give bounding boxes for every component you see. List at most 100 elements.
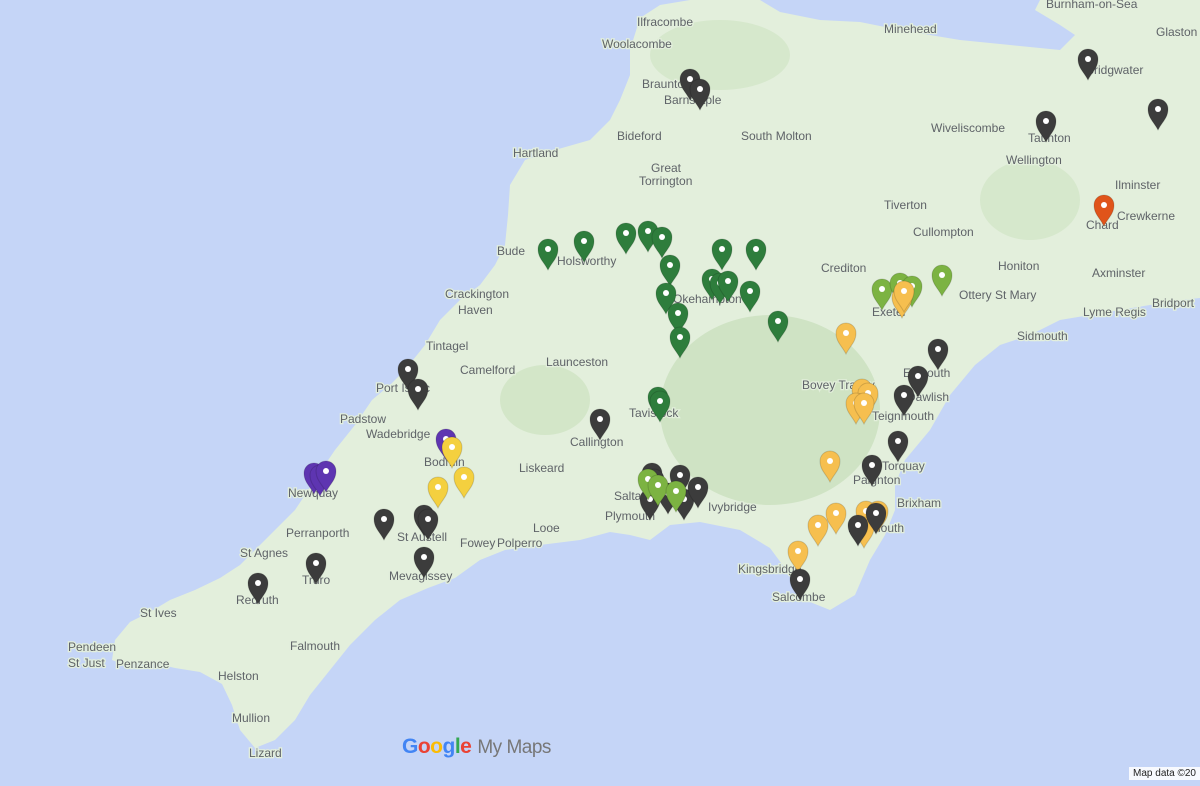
marker-dot-icon: [659, 234, 665, 240]
place-label-woolacombe: Woolacombe: [602, 37, 672, 51]
place-label-st-ives: St Ives: [140, 606, 177, 620]
place-label-bude: Bude: [497, 244, 525, 258]
marker-dot-icon: [667, 262, 673, 268]
place-label-wiveliscombe: Wiveliscombe: [931, 121, 1005, 135]
place-label-torrington: Torrington: [639, 174, 692, 188]
marker-dot-icon: [843, 330, 849, 336]
place-label-falmouth: Falmouth: [290, 639, 340, 653]
place-label-axminster: Axminster: [1092, 266, 1145, 280]
marker-dot-icon: [255, 580, 261, 586]
place-label-ivybridge: Ivybridge: [708, 500, 757, 514]
marker-dot-icon: [421, 554, 427, 560]
marker-dot-icon: [545, 246, 551, 252]
marker-dot-icon: [381, 516, 387, 522]
marker-dot-icon: [833, 510, 839, 516]
place-label-polperro: Polperro: [497, 536, 543, 550]
place-label-fowey: Fowey: [460, 536, 495, 550]
blackdown-hills: [980, 160, 1080, 240]
marker-dot-icon: [1155, 106, 1161, 112]
place-label-crewkerne: Crewkerne: [1117, 209, 1175, 223]
marker-dot-icon: [873, 510, 879, 516]
place-label-burnham-on-sea: Burnham-on-Sea: [1046, 0, 1138, 11]
place-label-wadebridge: Wadebridge: [366, 427, 431, 441]
place-label-minehead: Minehead: [884, 22, 937, 36]
marker-dot-icon: [435, 484, 441, 490]
place-label-honiton: Honiton: [998, 259, 1039, 273]
marker-dot-icon: [461, 474, 467, 480]
place-label-sidmouth: Sidmouth: [1017, 329, 1068, 343]
marker-dot-icon: [655, 482, 661, 488]
marker-dot-icon: [901, 392, 907, 398]
place-label-pendeen: Pendeen: [68, 640, 116, 654]
marker-dot-icon: [677, 472, 683, 478]
marker-dot-icon: [313, 560, 319, 566]
place-label-tiverton: Tiverton: [884, 198, 927, 212]
marker-dot-icon: [697, 86, 703, 92]
place-label-crediton: Crediton: [821, 261, 866, 275]
marker-dot-icon: [879, 286, 885, 292]
place-label-glaston: Glaston: [1156, 25, 1197, 39]
marker-dot-icon: [915, 373, 921, 379]
place-label-great: Great: [651, 161, 682, 175]
marker-dot-icon: [855, 522, 861, 528]
marker-dot-icon: [901, 288, 907, 294]
marker-dot-icon: [677, 334, 683, 340]
place-label-south-molton: South Molton: [741, 129, 812, 143]
place-label-looe: Looe: [533, 521, 560, 535]
map-canvas[interactable]: Ilfracombe Woolacombe Braunton Barnstaple Mi…: [0, 0, 1200, 786]
marker-dot-icon: [425, 516, 431, 522]
map-attribution[interactable]: Map data ©20: [1129, 767, 1200, 780]
marker-dot-icon: [405, 366, 411, 372]
place-label-st-just: St Just: [68, 656, 105, 670]
marker-dot-icon: [695, 484, 701, 490]
marker-dot-icon: [323, 468, 329, 474]
marker-dot-icon: [1101, 202, 1107, 208]
place-label-brixham: Brixham: [897, 496, 941, 510]
map-base[interactable]: IlfracombeWoolacombeBrauntonBarnstapleMi…: [0, 0, 1200, 786]
place-label-helston: Helston: [218, 669, 259, 683]
marker-dot-icon: [1085, 56, 1091, 62]
marker-dot-icon: [1043, 118, 1049, 124]
place-label-st-agnes: St Agnes: [240, 546, 288, 560]
marker-dot-icon: [415, 386, 421, 392]
marker-dot-icon: [797, 576, 803, 582]
place-label-lyme-regis: Lyme Regis: [1083, 305, 1146, 319]
place-label-liskeard: Liskeard: [519, 461, 564, 475]
marker-dot-icon: [827, 458, 833, 464]
place-label-ilfracombe: Ilfracombe: [637, 15, 693, 29]
place-label-cullompton: Cullompton: [913, 225, 974, 239]
place-label-lizard: Lizard: [249, 746, 282, 760]
place-label-perranporth: Perranporth: [286, 526, 349, 540]
marker-dot-icon: [753, 246, 759, 252]
marker-dot-icon: [673, 488, 679, 494]
place-label-crackington: Crackington: [445, 287, 509, 301]
place-label-wellington: Wellington: [1006, 153, 1062, 167]
marker-dot-icon: [719, 246, 725, 252]
marker-dot-icon: [795, 548, 801, 554]
marker-dot-icon: [935, 346, 941, 352]
marker-dot-icon: [675, 310, 681, 316]
google-my-maps-logo: Google My Maps: [402, 735, 551, 758]
place-label-mullion: Mullion: [232, 711, 270, 725]
marker-dot-icon: [775, 318, 781, 324]
place-label-padstow: Padstow: [340, 412, 386, 426]
place-label-callington: Callington: [570, 435, 623, 449]
place-label-hartland: Hartland: [513, 146, 558, 160]
place-label-launceston: Launceston: [546, 355, 608, 369]
marker-dot-icon: [657, 398, 663, 404]
place-label-bideford: Bideford: [617, 129, 662, 143]
marker-dot-icon: [623, 230, 629, 236]
marker-dot-icon: [869, 462, 875, 468]
marker-dot-icon: [663, 290, 669, 296]
marker-dot-icon: [581, 238, 587, 244]
place-label-torquay: Torquay: [882, 459, 925, 473]
marker-dot-icon: [725, 278, 731, 284]
place-label-ilminster: Ilminster: [1115, 178, 1160, 192]
marker-dot-icon: [597, 416, 603, 422]
marker-dot-icon: [687, 76, 693, 82]
marker-dot-icon: [861, 400, 867, 406]
marker-dot-icon: [815, 522, 821, 528]
marker-dot-icon: [449, 444, 455, 450]
place-label-ottery-st-mary: Ottery St Mary: [959, 288, 1036, 302]
place-label-camelford: Camelford: [460, 363, 515, 377]
